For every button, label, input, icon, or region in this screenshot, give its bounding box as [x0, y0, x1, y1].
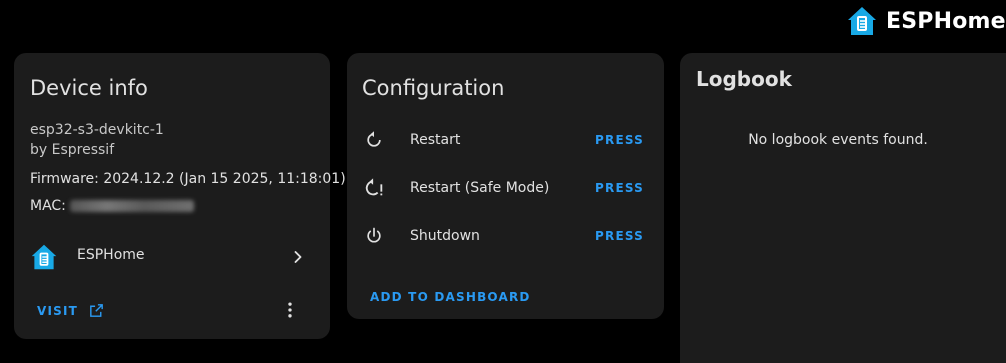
integration-row-esphome[interactable]: ESPHome	[14, 235, 330, 279]
device-manufacturer: by Espressif	[30, 142, 115, 158]
device-mac: MAC:	[30, 198, 194, 214]
config-row-restart[interactable]: Restart PRESS	[347, 117, 664, 163]
logbook-card: Logbook No logbook events found.	[680, 53, 1006, 363]
device-firmware: Firmware: 2024.12.2 (Jan 15 2025, 11:18:…	[30, 171, 346, 187]
restart-alert-icon	[363, 177, 385, 199]
restart-icon	[363, 129, 385, 151]
config-label-restart: Restart	[410, 132, 461, 148]
open-in-new-icon	[90, 304, 103, 317]
press-button-restart-safe-mode[interactable]: PRESS	[595, 181, 644, 195]
config-row-shutdown[interactable]: Shutdown PRESS	[347, 213, 664, 259]
config-row-restart-safe-mode[interactable]: Restart (Safe Mode) PRESS	[347, 165, 664, 211]
device-model: esp32-s3-devkitc-1	[30, 122, 164, 138]
more-options-icon[interactable]	[280, 300, 300, 320]
device-info-card: Device info esp32-s3-devkitc-1 by Espres…	[14, 53, 346, 339]
mac-label: MAC:	[30, 198, 66, 214]
integration-name: ESPHome	[77, 247, 145, 263]
brand-name: ESPHome	[886, 8, 1006, 34]
press-button-restart[interactable]: PRESS	[595, 133, 644, 147]
mac-value-redacted	[69, 200, 194, 212]
power-icon	[363, 225, 385, 247]
esphome-integration-icon	[31, 244, 57, 270]
esphome-logo-icon	[848, 7, 876, 35]
add-to-dashboard-button[interactable]: ADD TO DASHBOARD	[370, 290, 531, 304]
configuration-card: Configuration Restart PRESS Restart (Saf…	[347, 53, 664, 319]
visit-button[interactable]: VISIT	[37, 302, 105, 319]
configuration-title: Configuration	[362, 76, 505, 100]
config-label-restart-safe-mode: Restart (Safe Mode)	[410, 180, 550, 196]
chevron-right-icon	[294, 251, 302, 263]
config-label-shutdown: Shutdown	[410, 228, 480, 244]
device-info-title: Device info	[30, 76, 148, 100]
logbook-title: Logbook	[696, 67, 792, 91]
esphome-brand: ESPHome	[846, 4, 1006, 38]
visit-label: VISIT	[37, 303, 79, 318]
logbook-empty-message: No logbook events found.	[748, 132, 928, 148]
press-button-shutdown[interactable]: PRESS	[595, 229, 644, 243]
